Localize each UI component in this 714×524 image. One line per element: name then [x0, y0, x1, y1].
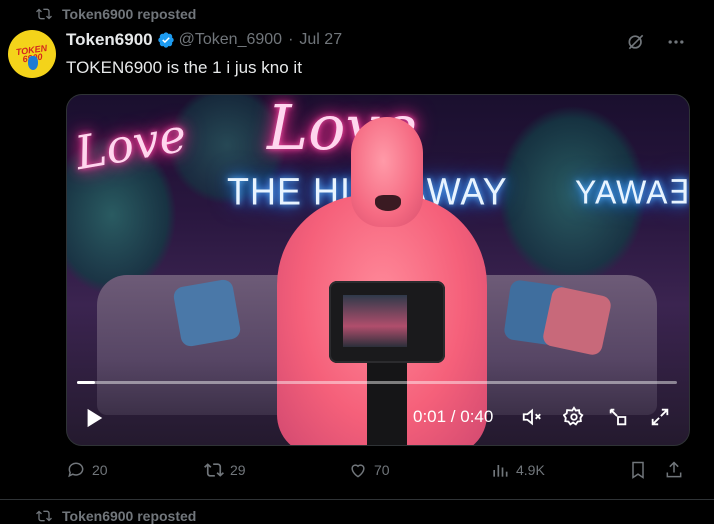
video-controls: 0:01 / 0:40 — [67, 401, 689, 435]
heart-icon — [351, 464, 365, 478]
tweet-actions: 20 29 70 4.9K — [66, 460, 690, 482]
repost-icon — [36, 8, 52, 20]
reply-action[interactable]: 20 — [66, 460, 108, 480]
avatar[interactable]: TOKEN 6900 — [8, 30, 56, 78]
bookmark-action[interactable] — [628, 460, 648, 480]
repost-count: 29 — [230, 462, 246, 478]
repost-indicator[interactable]: Token6900 reposted — [36, 6, 196, 22]
views-count: 4.9K — [516, 462, 545, 478]
reply-count: 20 — [92, 462, 108, 478]
views-chart-icon — [493, 465, 508, 477]
separator-dot: · — [288, 31, 294, 48]
like-action[interactable]: 70 — [348, 460, 390, 480]
camera-screen — [343, 295, 407, 347]
video-time: 0:01 / 0:40 — [413, 407, 494, 426]
pink-figure-mouth — [375, 195, 401, 211]
tweet-header: Token6900 @Token_6900 · Jul 27 — [66, 30, 342, 50]
share-icon — [666, 461, 682, 478]
author-handle[interactable]: @Token_6900 — [179, 31, 282, 49]
tweet-top-actions — [626, 32, 686, 52]
views-action[interactable]: 4.9K — [490, 460, 545, 480]
video-player[interactable]: Love Love THE HIDEAWAY YAWA∃ 0:01 / 0:40 — [66, 94, 690, 446]
tweet-divider — [0, 499, 714, 500]
avatar-fish-icon — [28, 56, 38, 70]
tweet-date[interactable]: Jul 27 — [299, 31, 342, 49]
bookmark-icon — [632, 461, 644, 479]
pillow — [172, 278, 242, 348]
camera — [329, 281, 445, 363]
pillow — [541, 285, 613, 357]
like-count: 70 — [374, 462, 390, 478]
video-progress-fill — [77, 381, 95, 384]
fullscreen-icon[interactable] — [649, 406, 671, 428]
pip-icon[interactable] — [607, 406, 629, 428]
grok-icon[interactable] — [626, 32, 646, 52]
author-name[interactable]: Token6900 — [66, 30, 153, 50]
reply-icon — [68, 462, 84, 478]
settings-gear-icon[interactable] — [563, 406, 585, 428]
neon-sign-right-text: YAWA∃ — [575, 173, 690, 211]
repost-text: Token6900 reposted — [62, 6, 197, 22]
more-options-icon[interactable] — [666, 32, 686, 52]
repost-action[interactable]: 29 — [204, 460, 246, 480]
verified-badge-icon[interactable] — [157, 31, 175, 49]
mute-icon[interactable] — [521, 406, 543, 428]
tweet-text: TOKEN6900 is the 1 i jus kno it — [66, 58, 302, 77]
repost-icon — [204, 463, 224, 477]
video-progress-bar[interactable] — [77, 381, 677, 384]
play-icon[interactable] — [83, 407, 105, 429]
share-action[interactable] — [664, 460, 684, 480]
